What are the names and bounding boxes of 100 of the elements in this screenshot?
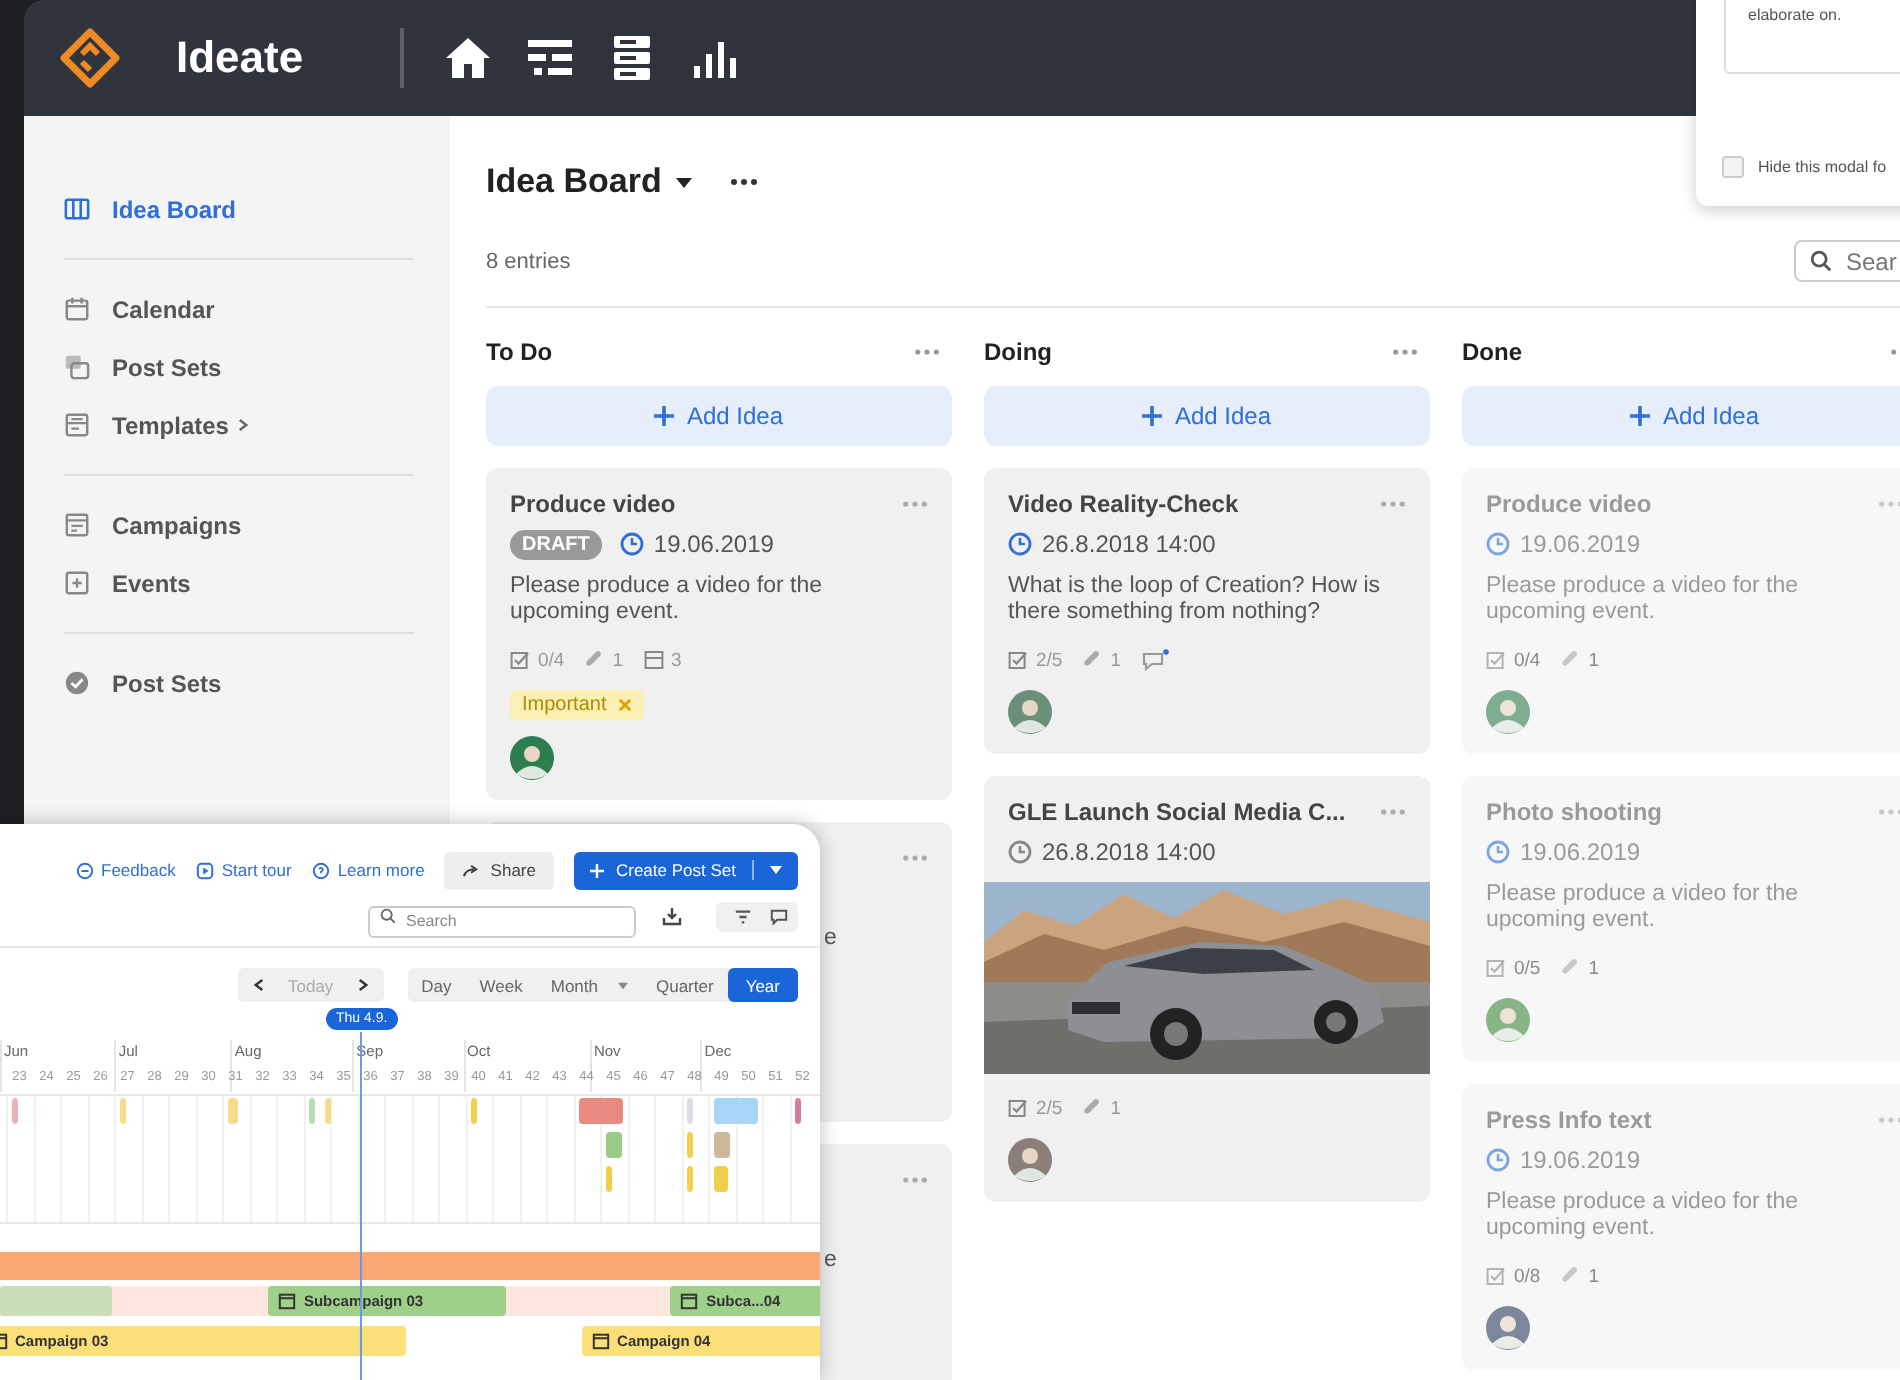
- post-count: 3: [671, 649, 682, 671]
- due-date: 19.06.2019: [653, 530, 774, 558]
- post-icon: [643, 650, 664, 670]
- checklist-icon: [1008, 650, 1028, 670]
- text-area[interactable]: elaborate on.: [1724, 0, 1900, 74]
- help-link[interactable]: Start tour: [195, 860, 292, 880]
- card-title: Produce video: [1486, 489, 1652, 517]
- view-tab[interactable]: Year: [727, 968, 798, 1002]
- task-count: 2/5: [1036, 649, 1063, 671]
- search-field[interactable]: Sear: [1794, 240, 1900, 282]
- search-field[interactable]: Search: [368, 905, 636, 937]
- comment-icon[interactable]: [770, 907, 788, 925]
- due-date: 19.06.2019: [1520, 530, 1641, 558]
- attachment-count: 1: [1588, 957, 1600, 979]
- card-title: GLE Launch Social Media C...: [1008, 797, 1346, 825]
- sidebar-item[interactable]: Events: [64, 554, 414, 612]
- check-circle-icon: [64, 670, 90, 696]
- card-title: Photo shooting: [1486, 797, 1662, 825]
- column-title: To Do: [486, 337, 553, 365]
- server-icon[interactable]: [608, 34, 656, 82]
- help-link[interactable]: Feedback: [75, 860, 176, 880]
- caret-icon: [770, 866, 782, 874]
- idea-card[interactable]: Photo shooting 19.06.2019 Please produce a video for the upcoming event. 0/5 1: [1462, 776, 1900, 1062]
- idea-card[interactable]: Produce video 19.06.2019 Please produce a video for the upcoming event. 0/4 1: [1462, 468, 1900, 754]
- description-fragment: e: [824, 1248, 837, 1272]
- calendar-icon: [680, 1292, 699, 1310]
- calendar-icon: [64, 296, 90, 322]
- task-count: 0/5: [1514, 957, 1541, 979]
- sidebar-item[interactable]: Templates: [64, 396, 414, 454]
- column-title: Doing: [984, 337, 1052, 365]
- card-title: Press Info text: [1486, 1105, 1652, 1133]
- chevron-left-icon[interactable]: [253, 978, 264, 992]
- description-fragment: e: [824, 926, 837, 950]
- checklist-icon: [1486, 650, 1506, 670]
- sidebar-item[interactable]: Post Sets: [64, 654, 414, 712]
- calendar-icon: [277, 1292, 296, 1310]
- idea-card[interactable]: Video Reality-Check 26.8.2018 14:00 What is the loop of Creation? How is there something from nothing? 2/5 1: [984, 468, 1430, 754]
- add-idea-button[interactable]: Add Idea: [984, 386, 1430, 446]
- card-description: Please produce a video for the upcoming event.: [1486, 1190, 1800, 1242]
- checklist-icon: [510, 650, 530, 670]
- status-badge: DRAFT: [510, 529, 602, 559]
- add-idea-button[interactable]: Add Idea: [486, 386, 952, 446]
- sidebar-item[interactable]: Idea Board: [64, 180, 414, 238]
- card-description: Please produce a video for the upcoming event.: [1486, 882, 1800, 934]
- more-icon[interactable]: [729, 178, 758, 186]
- due-date: 26.8.2018 14:00: [1042, 530, 1216, 558]
- task-count: 0/4: [538, 649, 565, 671]
- plus-icon: [1142, 406, 1163, 426]
- search-icon: [1810, 250, 1832, 272]
- checklist-icon: [1486, 1266, 1506, 1286]
- board-title[interactable]: Idea Board: [486, 162, 662, 202]
- sidebar-item[interactable]: Calendar: [64, 280, 414, 338]
- app-name: Ideate: [176, 32, 306, 84]
- attachment-count: 1: [1110, 1097, 1122, 1119]
- event-icon: [64, 570, 90, 596]
- comment-icon: [1141, 648, 1170, 672]
- attachment-count: 1: [612, 649, 624, 671]
- checkbox[interactable]: [1722, 156, 1744, 178]
- create-post-set-button[interactable]: Create Post Set: [573, 851, 798, 889]
- checklist-icon: [1486, 958, 1506, 978]
- home-icon[interactable]: [444, 34, 492, 82]
- task-count: 0/4: [1514, 649, 1541, 671]
- sidebar-item[interactable]: Campaigns: [64, 496, 414, 554]
- search-icon: [380, 908, 396, 924]
- help-icon: [311, 861, 330, 879]
- attachment-count: 1: [1588, 649, 1600, 671]
- caret-icon[interactable]: [675, 177, 692, 187]
- view-tab[interactable]: Day: [407, 968, 466, 1002]
- add-idea-button[interactable]: Add Idea: [1462, 386, 1900, 446]
- caret-icon: [617, 981, 628, 989]
- close-icon[interactable]: [618, 698, 633, 712]
- attachment-count: 1: [1110, 649, 1122, 671]
- view-tab[interactable]: Quarter: [641, 968, 728, 1002]
- stack-icon: [64, 354, 90, 380]
- filter-icon[interactable]: [734, 907, 752, 925]
- task-count: 2/5: [1036, 1097, 1063, 1119]
- card-title: Video Reality-Check: [1008, 489, 1239, 517]
- view-tab[interactable]: Week: [465, 968, 537, 1002]
- idea-card[interactable]: GLE Launch Social Media C... 26.8.2018 14:00 2/5 1: [984, 776, 1430, 1202]
- due-date: 19.06.2019: [1520, 838, 1641, 866]
- help-link[interactable]: Learn more: [311, 860, 425, 880]
- card-description: What is the loop of Creation? How is there something from nothing?: [1008, 574, 1383, 626]
- tag: Important: [510, 690, 645, 720]
- idea-card[interactable]: Produce video DRAFT 19.06.2019 Please produce a video for the upcoming event. 0/4 1 3 Important: [486, 468, 952, 800]
- document-icon: [64, 512, 90, 538]
- due-date: 26.8.2018 14:00: [1042, 838, 1216, 866]
- idea-card[interactable]: Press Info text 19.06.2019 Please produce a video for the upcoming event. 0/8 1: [1462, 1084, 1900, 1370]
- column-title: Done: [1462, 337, 1522, 365]
- plus-icon: [1630, 406, 1651, 426]
- view-tab[interactable]: Month: [536, 968, 642, 1002]
- task-count: 0/8: [1514, 1265, 1541, 1287]
- checklist-icon: [1008, 1098, 1028, 1118]
- template-icon: [64, 412, 90, 438]
- download-icon[interactable]: [662, 906, 682, 926]
- card-title: Produce video: [510, 489, 676, 517]
- share-button[interactable]: Share: [444, 851, 554, 889]
- chevron-right-icon[interactable]: [357, 978, 368, 992]
- sidebar-item[interactable]: Post Sets: [64, 338, 414, 396]
- card-description: Please produce a video for the upcoming event.: [1486, 574, 1800, 626]
- attachment-count: 1: [1588, 1265, 1600, 1287]
